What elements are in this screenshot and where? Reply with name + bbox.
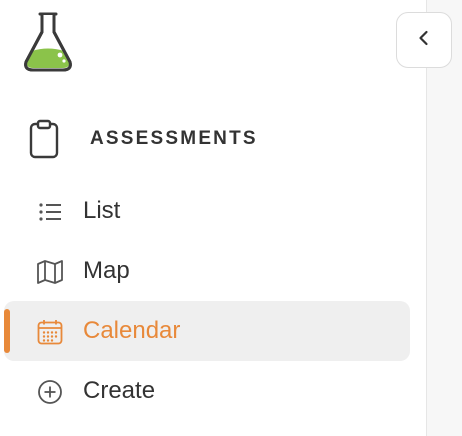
active-indicator [4,309,10,353]
sidebar-item-calendar[interactable]: Calendar [4,301,410,361]
plus-circle-icon [36,378,64,406]
section-header-assessments: ASSESSMENTS [28,118,328,160]
sidebar-item-map[interactable]: Map [4,241,410,301]
flask-logo-icon [20,10,78,74]
sidebar-item-list[interactable]: List [4,181,410,241]
section-title: ASSESSMENTS [90,128,258,149]
sidebar-item-label: List [83,197,121,224]
list-icon [36,198,64,226]
sidebar-item-label: Map [83,257,130,284]
collapse-sidebar-button[interactable] [396,12,452,68]
sidebar-item-label: Create [83,377,156,404]
clipboard-icon [28,118,62,160]
map-icon [36,258,64,286]
app: ASSESSMENTS List Map Calendar Create [0,0,462,436]
calendar-icon [36,318,64,346]
chevron-left-icon [414,28,434,53]
sidebar-item-label: Calendar [83,317,181,344]
sidebar-item-create[interactable]: Create [4,361,410,421]
sidebar: ASSESSMENTS List Map Calendar Create [0,0,427,436]
